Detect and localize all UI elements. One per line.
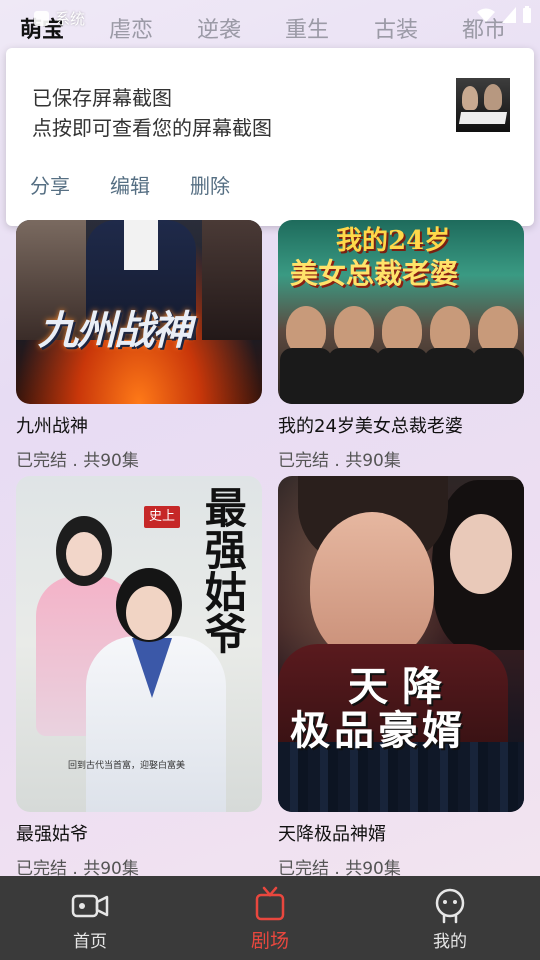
- status-right: [476, 6, 532, 24]
- poster-caption: 回到古代当首富，迎娶白富美: [68, 761, 186, 771]
- drama-poster[interactable]: 天降 极品豪婿: [278, 476, 524, 812]
- delete-button[interactable]: 删除: [190, 170, 230, 199]
- nav-home[interactable]: 首页: [0, 876, 180, 960]
- nav-profile[interactable]: 我的: [360, 876, 540, 960]
- drama-card[interactable]: 九州战神 九州战神 已完结 . 共90集: [16, 220, 262, 471]
- drama-card[interactable]: 我的24岁 美女总裁老婆 我的24岁美女总裁老婆 已完结 . 共90集: [278, 220, 524, 471]
- wifi-icon: [477, 8, 495, 22]
- screenshot-thumbnail[interactable]: [456, 78, 510, 132]
- share-button[interactable]: 分享: [30, 170, 70, 199]
- drama-title[interactable]: 最强姑爷: [16, 820, 262, 846]
- notification-actions: 分享 编辑 删除: [30, 170, 230, 199]
- status-left: 系统: [34, 8, 85, 29]
- nav-theater[interactable]: 剧场: [180, 876, 360, 960]
- drama-title[interactable]: 我的24岁美女总裁老婆: [278, 412, 524, 438]
- poster-title-art: 最强姑爷: [198, 486, 248, 654]
- drama-title[interactable]: 九州战神: [16, 412, 262, 438]
- drama-poster[interactable]: 我的24岁 美女总裁老婆: [278, 220, 524, 404]
- profile-face-icon: [435, 888, 465, 923]
- video-camera-icon: [71, 894, 109, 917]
- drama-poster[interactable]: 史上 最强姑爷 回到古代当首富，迎娶白富美: [16, 476, 262, 812]
- battery-icon: [523, 6, 531, 23]
- drama-meta: 已完结 . 共90集: [278, 451, 401, 471]
- drama-meta: 已完结 . 共90集: [16, 451, 139, 471]
- nav-label: 剧场: [250, 929, 289, 952]
- drama-card[interactable]: 史上 最强姑爷 回到古代当首富，迎娶白富美 最强姑爷 已完结 . 共90集: [16, 476, 262, 879]
- poster-seal: 史上: [144, 506, 180, 528]
- poster-title-art: 九州战神: [38, 307, 192, 354]
- drama-poster[interactable]: 九州战神: [16, 220, 262, 404]
- nav-label: 首页: [73, 931, 107, 952]
- poster-title-art: 极品豪婿: [290, 707, 466, 754]
- nav-label: 我的: [433, 931, 467, 952]
- poster-title-art: 美女总裁老婆: [290, 257, 459, 290]
- signal-icon: [502, 7, 516, 23]
- drama-card[interactable]: 天降 极品豪婿 天降极品神婿 已完结 . 共90集: [278, 476, 524, 879]
- screenshot-notification[interactable]: 已保存屏幕截图 点按即可查看您的屏幕截图 分享 编辑 删除: [6, 48, 534, 226]
- notification-subtitle: 点按即可查看您的屏幕截图: [32, 116, 272, 140]
- bottom-navigation: 首页 剧场 我的: [0, 876, 540, 960]
- edit-button[interactable]: 编辑: [110, 170, 150, 199]
- system-app-icon: [34, 11, 49, 26]
- status-bar: 系统: [0, 0, 540, 36]
- tv-icon: [255, 886, 285, 920]
- drama-title[interactable]: 天降极品神婿: [278, 820, 524, 846]
- notification-title: 已保存屏幕截图: [32, 86, 172, 110]
- system-label: 系统: [55, 10, 86, 28]
